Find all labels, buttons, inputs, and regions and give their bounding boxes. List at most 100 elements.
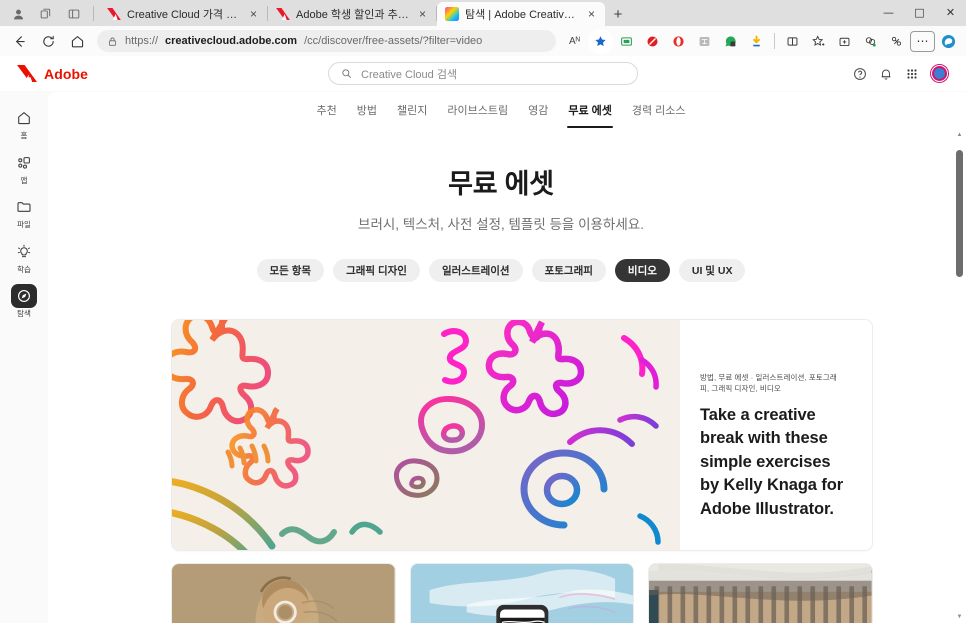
sidebar-item-apps[interactable]: 앱	[3, 151, 45, 185]
card-desert-portrait[interactable]	[172, 564, 395, 623]
titlebar-divider	[93, 6, 94, 21]
lightbulb-icon	[11, 240, 37, 264]
notifications-icon[interactable]	[879, 67, 893, 81]
tab-close-button[interactable]: ×	[584, 8, 599, 20]
tab-strip: Creative Cloud 가격 및 멤버십 요 × Adobe 학생 할인과…	[99, 0, 631, 26]
chip-graphic-design[interactable]: 그래픽 디자인	[333, 259, 420, 282]
adobe-icon	[107, 8, 121, 20]
tab-close-button[interactable]: ×	[246, 8, 261, 20]
search-wrapper: Creative Cloud 검색	[312, 62, 654, 85]
collections-icon[interactable]	[32, 2, 60, 26]
chip-ui-ux[interactable]: UI 및 UX	[678, 259, 746, 282]
sidebar-label: 앱	[20, 175, 28, 185]
adblock-icon[interactable]	[640, 29, 665, 54]
header-actions	[654, 65, 954, 82]
url-domain: creativecloud.adobe.com	[165, 35, 298, 47]
chip-all[interactable]: 모든 항목	[256, 259, 325, 282]
chip-photography[interactable]: 포토그래피	[531, 259, 606, 282]
browser-tab-1[interactable]: Creative Cloud 가격 및 멤버십 요 ×	[99, 2, 267, 26]
colorful-doodle-illustration	[172, 320, 680, 550]
sidebar-item-learn[interactable]: 학습	[3, 240, 45, 274]
home-button[interactable]	[63, 28, 91, 54]
chip-illustration[interactable]: 일러스트레이션	[428, 259, 523, 282]
card-row	[172, 564, 872, 623]
page-scrollbar[interactable]: ▲ ▼	[953, 128, 966, 623]
content-nav-tabs: 추천 방법 챌린지 라이브스트림 영감 무료 에셋 경력 리소스	[48, 92, 954, 128]
page-content: 추천 방법 챌린지 라이브스트림 영감 무료 에셋 경력 리소스 무료 에셋 브…	[48, 92, 966, 623]
tab-howto[interactable]: 방법	[356, 94, 378, 126]
page-subtitle: 브러시, 텍스처, 사전 설정, 템플릿 등을 이용하세요.	[358, 217, 644, 232]
url-prefix: https://	[125, 35, 159, 47]
translate-icon[interactable]	[692, 29, 717, 54]
minimize-icon: —	[883, 6, 894, 19]
sidebar-label: 파일	[17, 220, 31, 229]
tab-close-button[interactable]: ×	[415, 8, 430, 20]
filter-chips: 모든 항목 그래픽 디자인 일러스트레이션 포토그래피 비디오 UI 및 UX	[48, 259, 954, 282]
close-window-button[interactable]: ✕	[935, 0, 966, 25]
close-icon: ✕	[945, 6, 956, 19]
browser-tab-3[interactable]: 탐색 | Adobe Creative Cloud ×	[437, 2, 605, 26]
more-options-button[interactable]: ⋯	[910, 30, 935, 52]
tab-livestream[interactable]: 라이브스트림	[446, 94, 509, 126]
apps-icon	[11, 151, 37, 175]
adobe-header: Adobe Creative Cloud 검색	[0, 56, 966, 92]
tab-challenges[interactable]: 챌린지	[396, 94, 428, 126]
back-button[interactable]	[5, 28, 33, 54]
downloads-icon[interactable]	[744, 29, 769, 54]
scroll-down-arrow[interactable]: ▼	[953, 610, 966, 623]
card-architecture[interactable]	[649, 564, 872, 623]
sidebar-item-home[interactable]: 홈	[3, 106, 45, 140]
tab-recommended[interactable]: 추천	[315, 94, 337, 126]
address-bar[interactable]: https:// creativecloud.adobe.com/cc/disco…	[97, 30, 556, 52]
profile-icon[interactable]	[4, 2, 32, 26]
browser-essentials-icon[interactable]	[832, 29, 857, 54]
avatar[interactable]	[931, 65, 948, 82]
maximize-button[interactable]: □	[904, 0, 935, 25]
home-icon	[11, 106, 37, 130]
search-input[interactable]: Creative Cloud 검색	[328, 62, 638, 85]
url-path: /cc/discover/free-assets/?filter=video	[304, 35, 483, 47]
tab-inspiration[interactable]: 영감	[527, 94, 549, 126]
whatsapp-icon[interactable]	[718, 29, 743, 54]
sidebar-label: 학습	[17, 264, 31, 274]
copilot-icon[interactable]	[936, 29, 961, 54]
card-device-mockup[interactable]	[410, 564, 634, 623]
extensions-icon[interactable]	[858, 29, 883, 54]
browser-tab-2[interactable]: Adobe 학생 할인과 추가 혜택! ×	[268, 2, 436, 26]
scrollbar-thumb[interactable]	[956, 150, 963, 277]
compass-icon	[11, 284, 37, 308]
browser-window: Creative Cloud 가격 및 멤버십 요 × Adobe 학생 할인과…	[0, 0, 966, 623]
sidebar-item-files[interactable]: 파일	[3, 195, 45, 229]
new-tab-button[interactable]: +	[605, 2, 631, 26]
lock-icon	[108, 37, 117, 46]
split-screen-icon[interactable]	[60, 2, 88, 26]
brand-name: Adobe	[44, 65, 89, 82]
help-icon[interactable]	[853, 67, 867, 81]
tab-title: Adobe 학생 할인과 추가 혜택!	[296, 9, 409, 21]
settings-more-icon[interactable]	[884, 29, 909, 54]
app-grid-icon[interactable]	[905, 67, 919, 81]
search-placeholder: Creative Cloud 검색	[361, 68, 458, 81]
opera-icon[interactable]	[666, 29, 691, 54]
adobe-brand[interactable]: Adobe	[12, 65, 312, 82]
adobe-icon	[276, 8, 290, 20]
left-rail: 홈 앱 파일 학습 탐색	[0, 92, 48, 623]
tab-career-resources[interactable]: 경력 리소스	[631, 94, 687, 126]
split-screen-icon[interactable]	[780, 29, 805, 54]
favorites-star-icon[interactable]	[588, 28, 613, 54]
browser-titlebar: Creative Cloud 가격 및 멤버십 요 × Adobe 학생 할인과…	[0, 0, 966, 26]
feature-text: 방법, 무료 에셋 · 일러스트레이션, 포토그래피, 그래픽 디자인, 비디오…	[680, 320, 872, 550]
card-image	[410, 564, 634, 623]
read-aloud-icon[interactable]: Aᴺ	[562, 29, 587, 54]
feature-card[interactable]: 방법, 무료 에셋 · 일러스트레이션, 포토그래피, 그래픽 디자인, 비디오…	[172, 320, 872, 550]
add-favorite-icon[interactable]	[806, 29, 831, 54]
chip-video[interactable]: 비디오	[614, 259, 670, 282]
toolbar-divider	[774, 33, 775, 49]
tab-free-assets[interactable]: 무료 에셋	[567, 94, 613, 128]
window-controls: — □ ✕	[873, 0, 966, 25]
sidebar-item-discover[interactable]: 탐색	[3, 284, 45, 318]
reload-button[interactable]	[34, 28, 62, 54]
scroll-up-arrow[interactable]: ▲	[953, 128, 966, 141]
minimize-button[interactable]: —	[873, 0, 904, 25]
collections-icon[interactable]	[614, 29, 639, 54]
